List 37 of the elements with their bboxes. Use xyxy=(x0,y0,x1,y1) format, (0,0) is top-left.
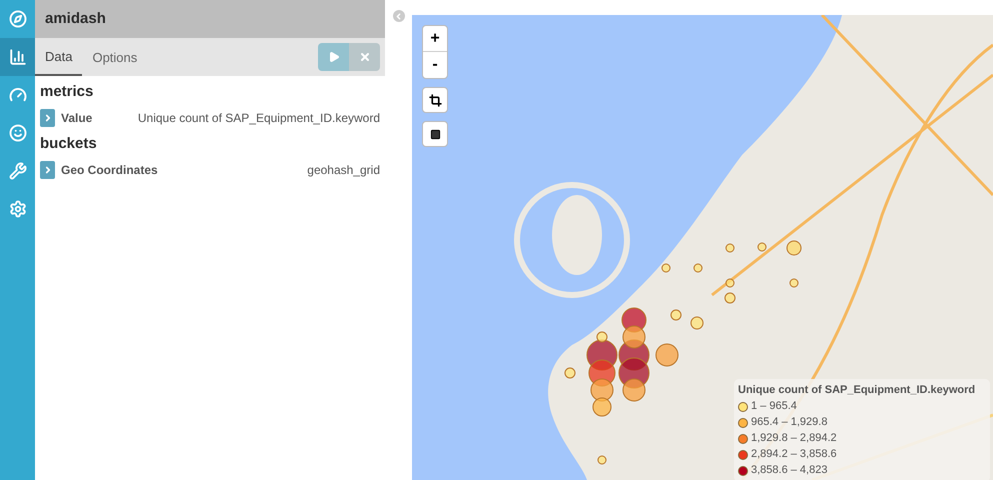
discard-button[interactable] xyxy=(349,43,380,71)
play-icon xyxy=(328,51,340,63)
visualization-title: amidash xyxy=(45,8,106,29)
chevron-left-icon xyxy=(394,12,403,20)
legend-label: 2,894.2 – 3,858.6 xyxy=(751,447,837,462)
face-icon xyxy=(8,124,26,142)
zoom-out-button[interactable]: - xyxy=(423,52,447,78)
bar-chart-icon xyxy=(8,48,26,66)
legend-label: 3,858.6 – 4,823 xyxy=(751,463,828,478)
agg-value: geohash_grid xyxy=(307,162,380,179)
agg-label: Geo Coordinates xyxy=(61,162,158,179)
editor-tab[interactable]: Data xyxy=(35,39,82,76)
collapse-button[interactable] xyxy=(392,10,404,22)
bar-chart-nav-button[interactable] xyxy=(0,38,35,76)
agg-label: Value xyxy=(61,110,92,127)
legend-label: 965.4 – 1,929.8 xyxy=(751,415,828,430)
apply-button[interactable] xyxy=(318,43,349,71)
wrench-icon xyxy=(8,162,26,180)
map-view[interactable]: + - Unique count of SAP_Equipment_ID.keyword 1 – 965.4 965.4 – 1,929.8 1,929.8 – 2,894.2 2,894.2 – 3,858.6 3,858.6 – 4,823 xyxy=(412,15,993,480)
zoom-in-button[interactable]: + xyxy=(423,26,447,52)
expand-toggle[interactable] xyxy=(40,109,55,127)
section-heading: metrics xyxy=(40,82,94,102)
agg-value: Unique count of SAP_Equipment_ID.keyword xyxy=(138,110,380,127)
crop-button[interactable] xyxy=(422,87,448,113)
compass-icon xyxy=(8,10,26,28)
legend-title: Unique count of SAP_Equipment_ID.keyword xyxy=(738,383,976,398)
settings-icon xyxy=(8,200,26,218)
section-heading: buckets xyxy=(40,134,98,154)
stop-button[interactable] xyxy=(422,121,448,147)
legend-label: 1,929.8 – 2,894.2 xyxy=(751,431,837,446)
expand-toggle[interactable] xyxy=(40,161,55,179)
editor-tab[interactable]: Options xyxy=(82,39,148,76)
gauge-icon xyxy=(8,86,26,104)
legend-label: 1 – 965.4 xyxy=(751,399,797,414)
square-icon xyxy=(430,128,440,140)
close-icon xyxy=(358,51,370,63)
crop-icon xyxy=(428,94,442,106)
